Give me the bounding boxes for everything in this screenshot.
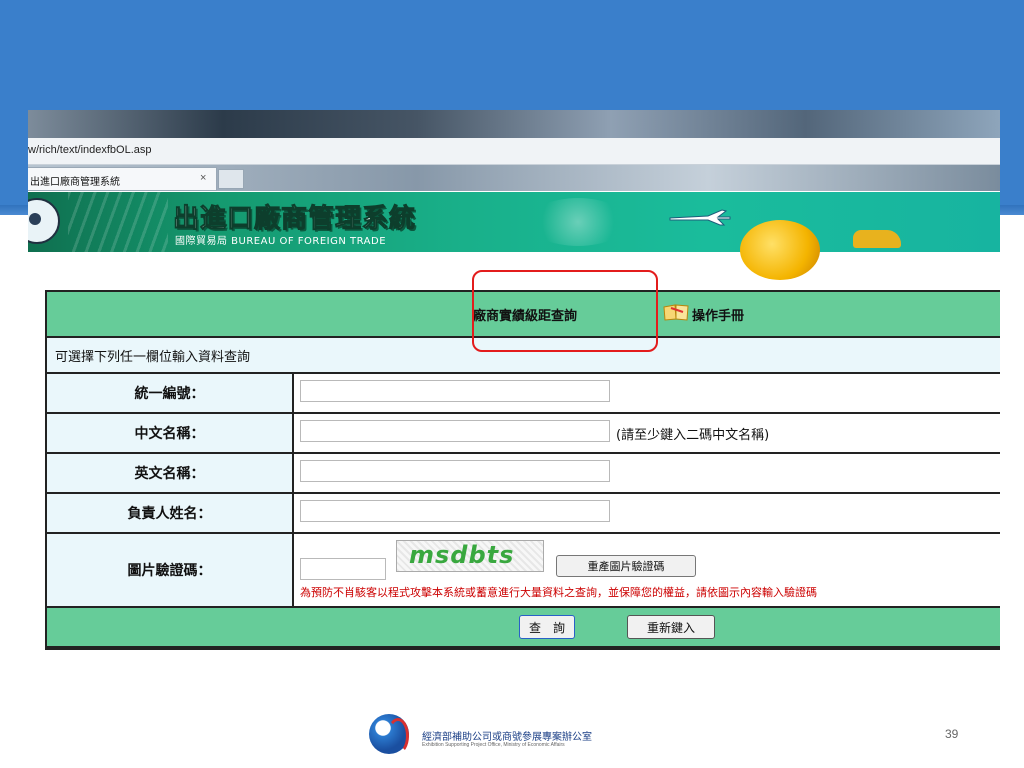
tab-bar: 出進口廠商管理系統 × [28, 165, 1000, 191]
chinese-name-label: 中文名稱： [47, 414, 294, 452]
browser-titlebar [28, 110, 1000, 138]
reset-button[interactable]: 重新鍵入 [627, 615, 715, 639]
highlight-box [472, 270, 658, 352]
footer-org-name-en: Exhibition Supporting Project Office, Mi… [422, 742, 565, 748]
refresh-captcha-button[interactable]: 重產圖片驗證碼 [556, 555, 696, 577]
field-row-representative: 負責人姓名： [47, 494, 1000, 534]
site-title: 出進口廠商管理系統 [172, 204, 417, 235]
representative-label: 負責人姓名： [47, 494, 294, 532]
info-text: 可選擇下列任一欄位輸入資料查詢 [55, 349, 251, 365]
tax-id-label: 統一編號： [47, 374, 294, 412]
taxi-graphic [853, 230, 901, 248]
airplane-icon [669, 209, 731, 226]
field-row-tax-id: 統一編號： [47, 374, 1000, 414]
office-logo-icon [369, 714, 409, 754]
globe-graphic [740, 220, 820, 280]
captcha-image-text: msdbts [409, 541, 515, 569]
captcha-label: 圖片驗證碼： [47, 534, 294, 606]
submit-button[interactable]: 查 詢 [519, 615, 575, 639]
english-name-input[interactable] [300, 460, 610, 482]
address-url: w/rich/text/indexfbOL.asp [28, 144, 152, 156]
tax-id-input[interactable] [300, 380, 610, 402]
chinese-name-input[interactable] [300, 420, 610, 442]
building-graphic [68, 192, 168, 252]
manual-link[interactable]: 操作手冊 [692, 305, 744, 324]
field-row-chinese-name: 中文名稱： (請至少鍵入二碼中文名稱) [47, 414, 1000, 454]
page-number: 39 [945, 727, 959, 741]
emblem-logo [28, 198, 60, 244]
form-footer: 查 詢 重新鍵入 [47, 608, 1000, 648]
book-icon[interactable] [663, 303, 689, 321]
new-tab-button[interactable] [218, 169, 244, 189]
english-name-label: 英文名稱： [47, 454, 294, 492]
tab-close-icon[interactable]: × [200, 172, 206, 184]
chinese-name-hint: (請至少鍵入二碼中文名稱) [616, 428, 770, 443]
world-map-graphic [528, 198, 628, 246]
site-banner: 出進口廠商管理系統 國際貿易局 BUREAU OF FOREIGN TRADE [28, 192, 1000, 280]
address-bar[interactable]: w/rich/text/indexfbOL.asp [28, 138, 1000, 165]
captcha-input[interactable] [300, 558, 386, 580]
captcha-warning: 為預防不肖駭客以程式攻擊本系統或蓄意進行大量資料之查詢，並保障您的權益，請依圖示… [300, 586, 817, 599]
representative-input[interactable] [300, 500, 610, 522]
footer-org-name: 經濟部補助公司或商號參展專案辦公室 [422, 732, 592, 743]
browser-tab[interactable]: 出進口廠商管理系統 × [28, 167, 217, 191]
field-row-english-name: 英文名稱： [47, 454, 1000, 494]
tab-title: 出進口廠商管理系統 [30, 177, 120, 188]
captcha-image: msdbts [396, 540, 544, 572]
browser-screenshot: w/rich/text/indexfbOL.asp 出進口廠商管理系統 × 出進… [28, 110, 1000, 710]
field-row-captcha: 圖片驗證碼： msdbts 重產圖片驗證碼 為預防不肖駭客以程式攻擊本系統或蓄意… [47, 534, 1000, 608]
site-subtitle: 國際貿易局 BUREAU OF FOREIGN TRADE [175, 236, 387, 247]
